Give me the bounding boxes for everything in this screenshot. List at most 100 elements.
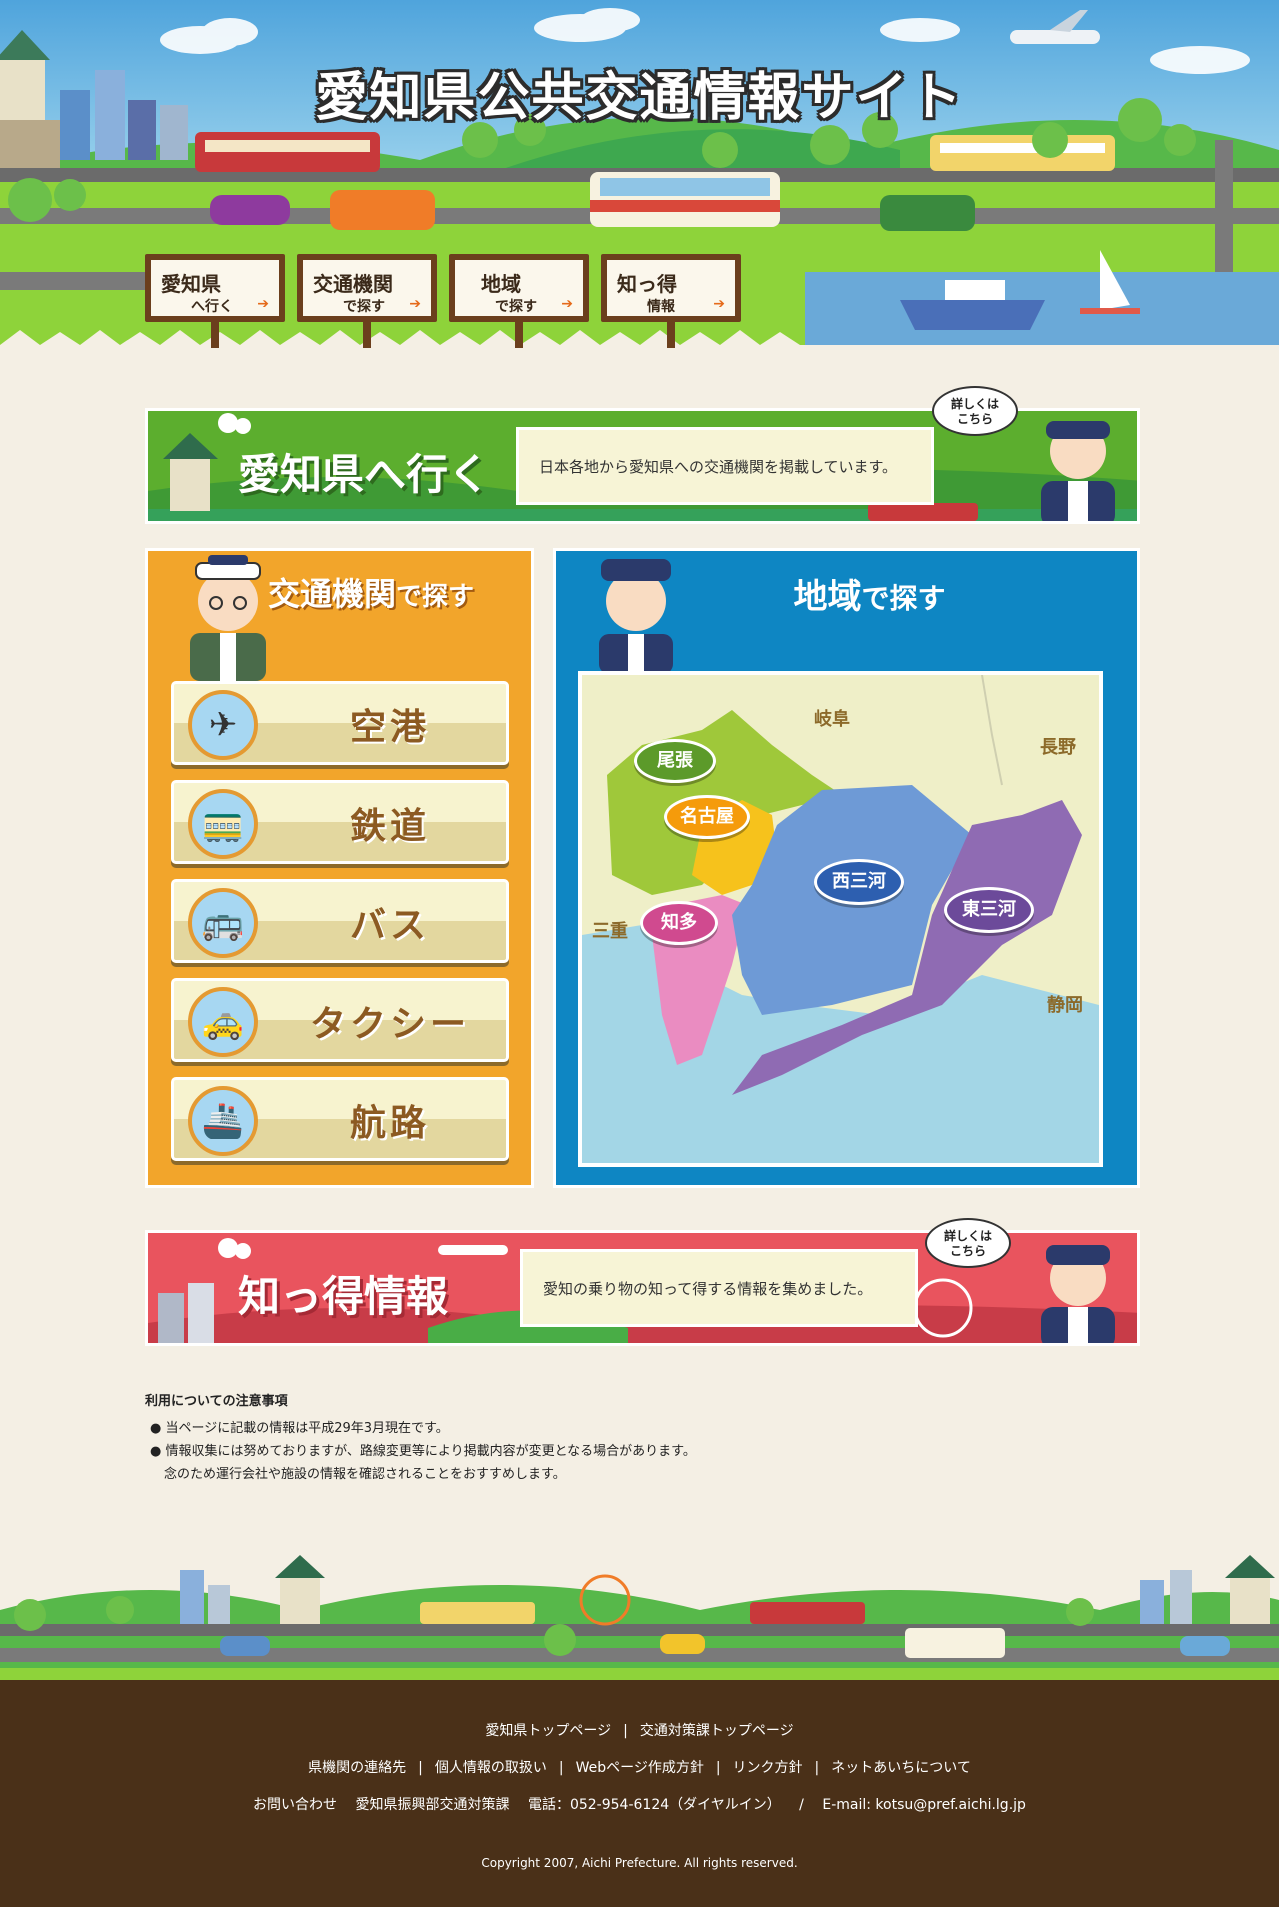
transport-button-ferry[interactable]: 🚢 航路 [171,1077,509,1161]
separator: | [814,1760,820,1776]
nav-label: 地域 [481,272,521,296]
notes-text: 当ページに記載の情報は平成29年3月現在です。 [165,1421,449,1436]
footer-link-net-aichi[interactable]: ネットあいちについて [831,1760,971,1776]
train-icon [930,135,1115,171]
separator: | [558,1760,564,1776]
notes-item: ● 当ページに記載の情報は平成29年3月現在です。 [150,1421,449,1436]
transport-label: 航路 [349,1103,430,1144]
footer: 愛知県トップページ | 交通対策課トップページ 県機関の連絡先 | 個人情報の取扱い | W… [0,1680,1279,1907]
title-suffix: で探す [396,582,475,612]
map-label-shizuoka: 静岡 [1047,995,1083,1016]
region-panel: 地域で探す 岐阜 長野 三重 静岡 尾張 名古屋 知多 西三河 東三河 [553,548,1140,1188]
contact-dept: 愛知県振興部交通対策課 [355,1797,510,1813]
contact-email[interactable]: E-mail: kotsu@pref.aichi.lg.jp [822,1797,1026,1813]
usage-notes: 利用についての注意事項 ● 当ページに記載の情報は平成29年3月現在です。 ● … [145,1390,1135,1486]
castle-icon [163,433,218,511]
title-main: 地域 [793,577,862,617]
nav-visit-aichi[interactable]: 愛知県 へ行く ➔ [145,254,285,322]
footer-link-link-policy[interactable]: リンク方針 [733,1760,803,1776]
region-button-owari[interactable]: 尾張 [634,739,716,783]
nav-sublabel: 情報 [647,299,675,315]
banner-description: 日本各地から愛知県への交通機関を掲載しています。 [516,427,934,505]
arrow-right-icon: ➔ [409,296,421,312]
nav-by-region[interactable]: 地域 で探す ➔ [449,254,589,322]
footer-contact: お問い合わせ 愛知県振興部交通対策課 電話：052-954-6124（ダイヤルイ… [0,1794,1279,1814]
arrow-right-icon: ➔ [713,296,725,312]
transport-label: 空港 [349,707,430,748]
notes-text: 情報収集には努めておりますが、路線変更等により掲載内容が変更となる場合があります… [165,1444,696,1459]
separator: | [623,1723,628,1739]
sign-post [363,322,371,348]
separator: | [418,1760,423,1776]
banner-title: 愛知県へ行く [238,450,491,499]
contact-label: お問い合わせ [253,1797,338,1813]
region-title: 地域で探す [556,569,1143,618]
region-button-nishimikawa[interactable]: 西三河 [814,859,904,905]
transport-button-taxi[interactable]: 🚕 タクシー [171,978,509,1062]
nav-sublabel: で探す [495,299,537,315]
site-title: 愛知県公共交通情報サイト [315,68,964,128]
header-illustration: 愛知県公共交通情報サイト 愛知県 へ行く ➔ 交通機関 で探す ➔ 地域 で探す… [0,0,1279,365]
banner-title: 知っ得情報 [238,1272,449,1321]
footer-link-privacy[interactable]: 個人情報の取扱い [435,1760,547,1776]
contact-tel: 電話：052-954-6124（ダイヤルイン） [527,1797,781,1813]
title-main: 交通機関 [268,575,397,613]
separator: | [715,1760,721,1776]
airplane-icon [438,1245,508,1255]
notes-item: ● 情報収集には努めておりますが、路線変更等により掲載内容が変更となる場合があり… [150,1444,696,1459]
map-label-gifu: 岐阜 [814,709,850,730]
nav-useful-info[interactable]: 知っ得 情報 ➔ [601,254,741,322]
nav-sublabel: で探す [343,299,385,315]
arrow-right-icon: ➔ [257,296,269,312]
transport-button-railway[interactable]: 🚃 鉄道 [171,780,509,864]
airplane-icon: ✈ [188,690,258,760]
transport-label: バス [349,905,430,946]
separator: / [799,1797,804,1813]
car-icon [330,190,435,230]
car-icon [210,195,290,225]
footer-link-dept-top[interactable]: 交通対策課トップページ [640,1723,794,1739]
transport-label: タクシー [309,1004,470,1045]
details-bubble[interactable]: 詳しくは こちら [932,386,1018,436]
bus-icon [590,172,780,227]
transport-title: 交通機関で探す [268,569,474,615]
map-label-mie: 三重 [592,921,628,942]
notes-text: 念のため運行会社や施設の情報を確認されることをおすすめします。 [164,1467,566,1482]
footer-link-pref-top[interactable]: 愛知県トップページ [485,1723,611,1739]
nav-by-transport[interactable]: 交通機関 で探す ➔ [297,254,437,322]
footer-row-primary: 愛知県トップページ | 交通対策課トップページ [0,1720,1279,1740]
region-map: 岐阜 長野 三重 静岡 尾張 名古屋 知多 西三河 東三河 [578,671,1103,1167]
nav-label: 交通機関 [313,272,393,296]
transport-button-airport[interactable]: ✈ 空港 [171,681,509,765]
footer-row-secondary: 県機関の連絡先 | 個人情報の取扱い | Webページ作成方針 | リンク方針 | ネットあいち… [0,1757,1279,1777]
map-label-nagano: 長野 [1040,737,1076,758]
airplane-icon [1010,10,1100,44]
sign-post [211,322,219,348]
region-button-higashimikawa[interactable]: 東三河 [944,887,1034,933]
title-suffix: で探す [861,582,946,615]
ship-icon: 🚢 [188,1086,258,1156]
copyright: Copyright 2007, Aichi Prefecture. All ri… [481,1856,798,1870]
sign-post [515,322,523,348]
details-bubble[interactable]: 詳しくは こちら [925,1218,1011,1268]
guide-woman-illustration [1041,1245,1115,1343]
car-icon [880,195,975,231]
guide-woman-illustration [1041,421,1115,521]
bus-icon: 🚌 [188,888,258,958]
nav-sublabel: へ行く [191,299,233,315]
arrow-right-icon: ➔ [561,296,573,312]
footer-link-contacts[interactable]: 県機関の連絡先 [308,1760,406,1776]
taxi-icon: 🚕 [188,987,258,1057]
transport-label: 鉄道 [349,806,430,847]
transport-button-bus[interactable]: 🚌 バス [171,879,509,963]
sign-post [667,322,675,348]
region-button-nagoya[interactable]: 名古屋 [664,795,750,839]
transport-panel: 交通機関で探す ✈ 空港 🚃 鉄道 🚌 バス 🚕 タクシー 🚢 航路 [145,548,534,1188]
footer-illustration [0,1555,1279,1680]
nav-label: 知っ得 [617,272,677,296]
train-icon [195,132,380,172]
banner-description: 愛知の乗り物の知って得する情報を集めました。 [520,1249,918,1327]
footer-link-web-policy[interactable]: Webページ作成方針 [576,1760,704,1776]
region-button-chita[interactable]: 知多 [640,901,718,945]
train-icon: 🚃 [188,789,258,859]
